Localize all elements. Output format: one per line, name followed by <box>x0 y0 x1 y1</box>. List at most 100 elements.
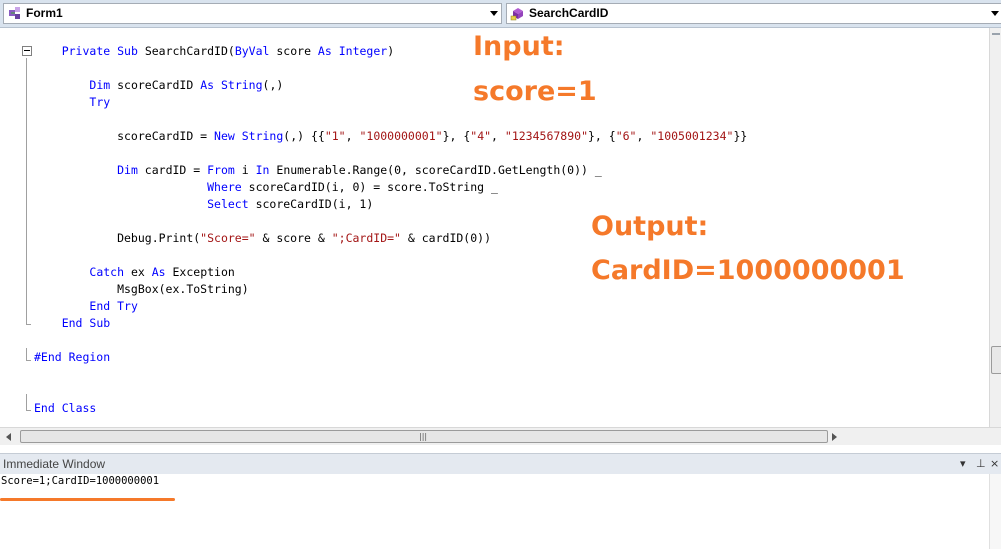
code-navigation-bar: Form1 SearchCardID <box>0 0 1001 28</box>
code-line[interactable]: Where scoreCardID(i, 0) = score.ToString… <box>34 179 498 196</box>
method-name-label: SearchCardID <box>529 6 609 20</box>
editor-vertical-scrollbar[interactable] <box>989 28 1001 427</box>
code-keyword: Private <box>61 44 111 58</box>
code-line[interactable]: End Try <box>34 298 138 315</box>
code-editor[interactable]: Private Sub SearchCardID(ByVal score As … <box>0 28 989 427</box>
code-text: ) <box>387 44 395 58</box>
code-keyword: End <box>89 299 111 313</box>
code-keyword: From <box>207 163 235 177</box>
output-highlight-underline <box>0 498 175 501</box>
code-keyword: In <box>255 163 270 177</box>
code-keyword: String <box>220 78 263 92</box>
code-line[interactable]: Dim cardID = From i In Enumerable.Range(… <box>34 162 602 179</box>
code-text: scoreCardID = <box>34 129 215 143</box>
split-handle-icon[interactable] <box>991 31 1001 41</box>
outline-guide <box>26 324 31 325</box>
close-icon[interactable]: × <box>990 457 999 470</box>
input-label-annotation: Input: <box>473 31 565 62</box>
code-keyword: As <box>151 265 166 279</box>
horizontal-scroll-thumb[interactable]: ||| <box>20 430 828 443</box>
editor-horizontal-scrollbar[interactable]: ||| <box>0 427 1001 445</box>
code-text: & cardID(0)) <box>400 231 491 245</box>
code-line[interactable]: MsgBox(ex.ToString) <box>34 281 249 298</box>
code-string: "Score=" <box>200 231 256 245</box>
code-text: cardID = <box>137 163 208 177</box>
immediate-window-body[interactable]: Score=1;CardID=1000000001 <box>0 474 1001 549</box>
code-keyword: As <box>317 44 332 58</box>
immediate-window-scrollbar[interactable] <box>989 474 1001 549</box>
code-text: }, { <box>442 129 471 143</box>
code-keyword: Where <box>207 180 242 194</box>
code-text: MsgBox(ex.ToString) <box>34 282 249 296</box>
grip-icon: ||| <box>419 432 428 441</box>
code-keyword: Select <box>207 197 249 211</box>
method-name-combobox[interactable]: SearchCardID <box>506 3 1001 24</box>
code-line[interactable]: Debug.Print("Score=" & score & ";CardID=… <box>34 230 491 247</box>
code-text: & score & <box>255 231 332 245</box>
scroll-right-icon[interactable] <box>832 433 837 441</box>
code-text: }} <box>733 129 748 143</box>
output-label-annotation: Output: <box>591 211 709 242</box>
outline-guide <box>26 58 27 324</box>
code-text: scoreCardID <box>110 78 201 92</box>
window-position-icon[interactable]: ▾ <box>960 457 966 470</box>
code-keyword: Integer <box>338 44 388 58</box>
code-line[interactable]: Catch ex As Exception <box>34 264 234 281</box>
code-text: }, { <box>588 129 616 143</box>
immediate-window-header: Immediate Window ▾ ⊥ × <box>0 453 1001 475</box>
code-text: (,) <box>262 78 284 92</box>
code-keyword: End <box>61 316 83 330</box>
code-line[interactable]: scoreCardID = New String(,) {{"1", "1000… <box>34 128 747 145</box>
code-line[interactable]: Private Sub SearchCardID(ByVal score As … <box>34 43 394 60</box>
code-text: SearchCardID( <box>137 44 235 58</box>
code-line[interactable]: Try <box>34 94 110 111</box>
code-text: ex <box>124 265 152 279</box>
outline-margin <box>0 28 32 427</box>
code-string: "6" <box>615 129 637 143</box>
code-line[interactable]: #End Region <box>34 349 110 366</box>
code-text: , <box>345 129 360 143</box>
code-keyword: Class <box>61 401 97 415</box>
vertical-scroll-thumb[interactable] <box>991 346 1001 374</box>
outline-guide <box>26 410 31 411</box>
code-keyword: Catch <box>89 265 125 279</box>
scroll-left-icon[interactable] <box>6 433 11 441</box>
pin-icon[interactable]: ⊥ <box>976 457 986 470</box>
code-line[interactable]: Dim scoreCardID As String(,) <box>34 77 283 94</box>
code-keyword: String <box>241 129 284 143</box>
code-keyword: #End Region <box>34 350 111 364</box>
chevron-down-icon[interactable] <box>991 11 999 16</box>
code-keyword: Dim <box>89 78 111 92</box>
code-keyword: End <box>34 401 55 415</box>
code-keyword: Dim <box>117 163 138 177</box>
class-name-combobox[interactable]: Form1 <box>3 3 502 24</box>
code-line[interactable]: End Class <box>34 400 96 417</box>
code-text: scoreCardID(i, 1) <box>248 197 374 211</box>
code-text: Enumerable.Range(0, scoreCardID.GetLengt… <box>269 163 602 177</box>
outline-guide <box>26 360 31 361</box>
code-text: scoreCardID(i, 0) = score.ToString _ <box>241 180 498 194</box>
input-value-annotation: score=1 <box>473 76 597 107</box>
code-line[interactable]: Select scoreCardID(i, 1) <box>34 196 373 213</box>
code-keyword: Try <box>117 299 138 313</box>
outline-guide <box>26 348 27 360</box>
code-string: "1000000001" <box>359 129 443 143</box>
chevron-down-icon[interactable] <box>490 11 498 16</box>
code-line[interactable]: End Sub <box>34 315 111 332</box>
code-keyword: Try <box>89 95 111 109</box>
collapse-toggle-icon[interactable] <box>22 46 32 56</box>
immediate-output-text: Score=1;CardID=1000000001 <box>1 475 160 487</box>
code-keyword: Sub <box>89 316 111 330</box>
code-text: score <box>269 44 318 58</box>
